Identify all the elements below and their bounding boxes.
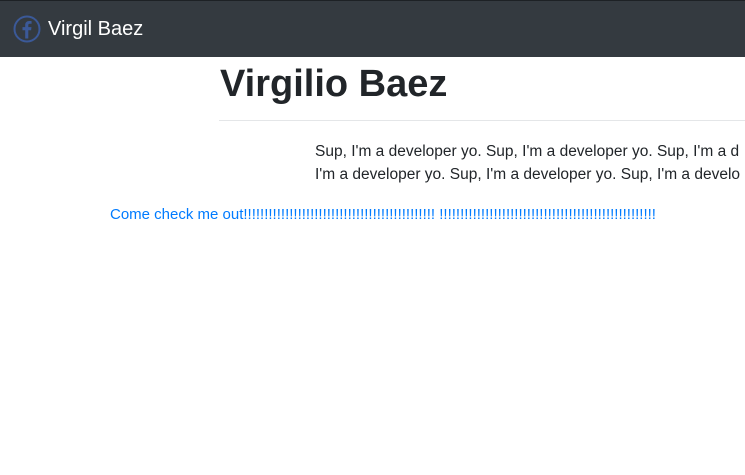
page-title: Virgilio Baez	[220, 63, 448, 105]
title-divider	[219, 120, 745, 121]
bio-line-1: Sup, I'm a developer yo. Sup, I'm a deve…	[315, 143, 740, 160]
bio-paragraph: Sup, I'm a developer yo. Sup, I'm a deve…	[315, 140, 745, 190]
navbar-brand-link[interactable]: Virgil Baez	[13, 14, 143, 44]
bio-line-2: I'm a developer yo. Sup, I'm a developer…	[315, 166, 741, 183]
check-me-out-link[interactable]: Come check me out!!!!!!!!!!!!!!!!!!!!!!!…	[110, 204, 656, 226]
brand-name: Virgil Baez	[48, 18, 144, 40]
top-navbar: Virgil Baez	[0, 0, 745, 57]
facebook-icon	[13, 15, 41, 43]
